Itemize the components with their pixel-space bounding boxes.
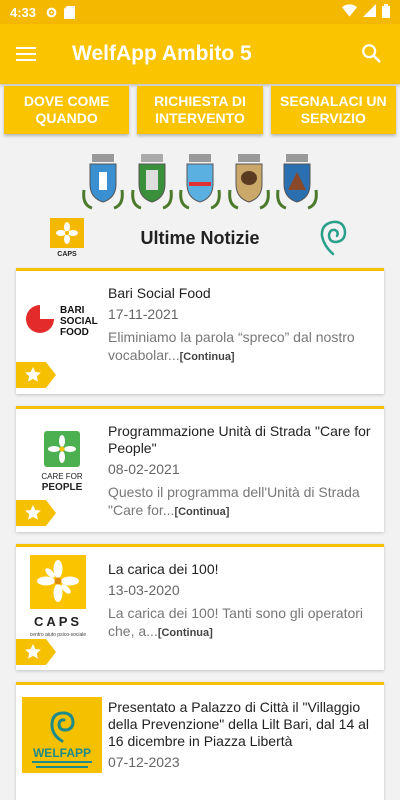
- welfapp-logo: WELFAPP: [22, 697, 102, 773]
- svg-text:FOOD: FOOD: [60, 327, 89, 338]
- favorite-star-icon[interactable]: [16, 500, 56, 526]
- news-card-title: Bari Social Food: [108, 285, 211, 301]
- continua-link[interactable]: [Continua]: [180, 351, 235, 363]
- svg-text:WELFAPP: WELFAPP: [33, 746, 91, 760]
- svg-text:CARE FOR: CARE FOR: [41, 472, 83, 481]
- welfapp-spiral-icon: [320, 220, 347, 256]
- svg-text:CAPS: CAPS: [34, 614, 82, 629]
- caps-small-text: CAPS: [57, 251, 77, 258]
- svg-text:centro aiuto psico-sociale: centro aiuto psico-sociale: [30, 632, 87, 638]
- svg-text:SOCIAL: SOCIAL: [60, 316, 98, 327]
- segnalaci-servizio-button[interactable]: SEGNALACI UN SERVIZIO: [270, 86, 396, 134]
- favorite-star-icon[interactable]: [16, 362, 56, 388]
- svg-text:BARI: BARI: [60, 305, 85, 316]
- dove-come-quando-button[interactable]: DOVE COME QUANDO: [4, 86, 130, 134]
- news-card[interactable]: BARI SOCIAL FOOD Bari Social Food 17-11-…: [16, 268, 384, 394]
- news-header: CAPS Ultime Notizie: [0, 214, 400, 262]
- app-title: WelfApp Ambito 5: [72, 42, 252, 65]
- crest-4: [227, 154, 270, 210]
- menu-icon[interactable]: [16, 42, 40, 66]
- status-bar: 4:33: [0, 0, 400, 24]
- municipal-crests: [80, 150, 320, 212]
- news-card[interactable]: CAPS centro aiuto psico-sociale La caric…: [16, 544, 384, 670]
- battery-icon: [382, 3, 390, 21]
- news-card-date: 08-02-2021: [108, 461, 180, 477]
- news-card-date: 07-12-2023: [108, 754, 180, 770]
- news-card[interactable]: WELFAPP Presentato a Palazzo di Città il…: [16, 682, 384, 800]
- continua-link[interactable]: [Continua]: [158, 627, 213, 639]
- richiesta-intervento-button[interactable]: RICHIESTA DI INTERVENTO: [137, 86, 263, 134]
- crest-2: [130, 154, 173, 210]
- crest-5: [276, 154, 318, 210]
- app-bar: WelfApp Ambito 5: [0, 24, 400, 84]
- news-card-title: La carica dei 100!: [108, 561, 219, 577]
- news-card-desc: La carica dei 100! Tanti sono gli operat…: [108, 605, 364, 639]
- caps-logo: CAPS centro aiuto psico-sociale: [30, 555, 87, 638]
- favorite-star-icon[interactable]: [16, 639, 56, 665]
- news-card-desc: Eliminiamo la parola “spreco” dal nostro…: [108, 329, 355, 363]
- news-card-date: 17-11-2021: [108, 306, 179, 322]
- wifi-icon: [342, 4, 357, 20]
- news-card-date: 13-03-2020: [108, 582, 180, 598]
- news-card-desc: Questo il programma dell'Unità di Strada…: [108, 484, 360, 518]
- sd-card-icon: [62, 5, 76, 19]
- search-icon[interactable]: [360, 42, 384, 66]
- care-for-people-logo: CARE FOR PEOPLE: [41, 431, 83, 493]
- crest-1: [82, 154, 124, 210]
- bari-social-food-logo: BARI SOCIAL FOOD: [26, 305, 98, 338]
- svg-text:PEOPLE: PEOPLE: [42, 482, 83, 493]
- news-card-title: Presentato a Palazzo di Città il "Villag…: [108, 699, 370, 749]
- crest-3: [179, 154, 221, 210]
- continua-link[interactable]: [Continua]: [174, 506, 229, 518]
- signal-icon: [363, 4, 376, 20]
- news-card-title: Programmazione Unità di Strada "Care for…: [108, 423, 371, 456]
- action-buttons: DOVE COME QUANDO RICHIESTA DI INTERVENTO…: [4, 86, 396, 134]
- news-card[interactable]: CARE FOR PEOPLE Programmazione Unità di …: [16, 406, 384, 532]
- settings-icon: [44, 5, 58, 19]
- status-time: 4:33: [10, 4, 37, 20]
